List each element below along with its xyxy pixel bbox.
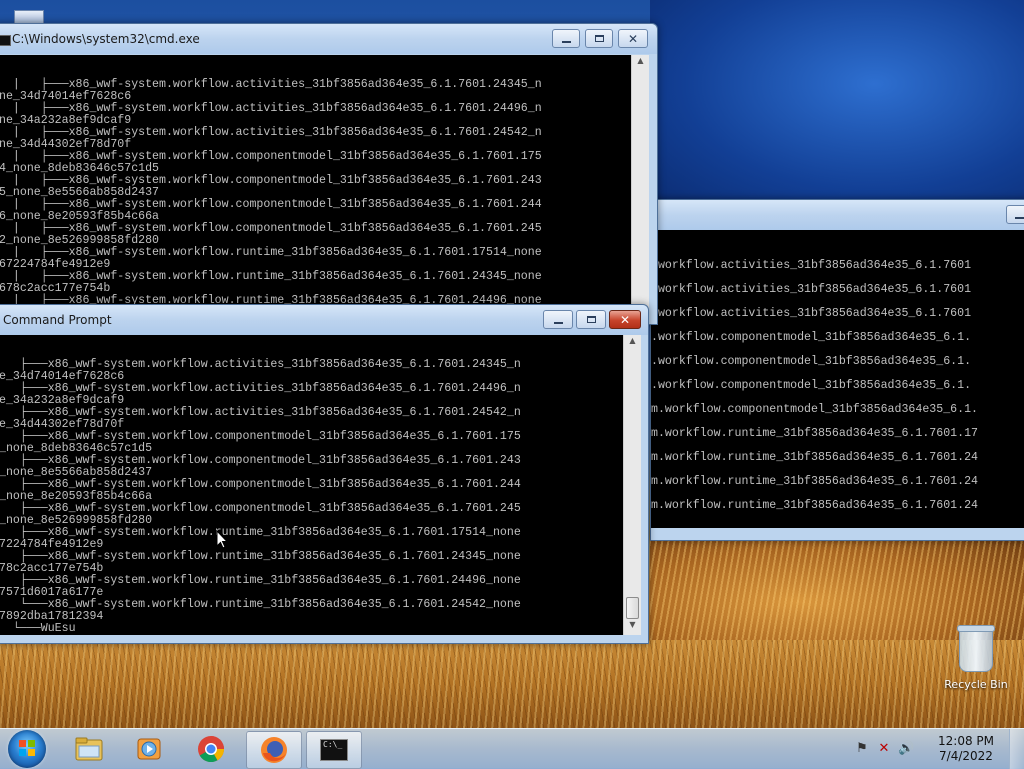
right-console-line: .workflow.activities_31bf3856ad364e35_6.… — [651, 283, 972, 296]
close-icon: ✕ — [627, 31, 639, 46]
minimize-icon — [553, 321, 563, 324]
taskbar-cmd-button[interactable]: C:\_ — [306, 731, 362, 769]
back-cmd-output[interactable]: | ├───x86_wwf-system.workflow.activities… — [0, 55, 631, 324]
desktop-wallpaper-sky-right — [650, 0, 1024, 210]
desktop-wallpaper-field — [0, 640, 1024, 728]
right-console-line: .workflow.componentmodel_31bf3856ad364e3… — [651, 331, 972, 344]
front-cmd-title: Command Prompt — [3, 313, 112, 327]
chrome-icon — [198, 736, 225, 763]
right-console-line: m.workflow.componentmodel_31bf3856ad364e… — [651, 403, 978, 416]
windows-logo-icon — [19, 740, 35, 756]
right-console-window[interactable]: .workflow.activities_31bf3856ad364e35_6.… — [650, 199, 1024, 541]
front-cmd-window[interactable]: Command Prompt ✕ ├───x86_wwf-system.work… — [0, 304, 649, 644]
front-cmd-close-button[interactable]: ✕ — [609, 310, 641, 329]
back-cmd-close-button[interactable]: ✕ — [618, 29, 648, 48]
front-cmd-line: 7892dba17812394 — [0, 610, 104, 623]
action-center-icon[interactable]: ⚑ — [854, 741, 870, 757]
recycle-bin-shortcut[interactable]: Recycle Bin — [940, 625, 1012, 691]
recycle-bin-label: Recycle Bin — [944, 678, 1008, 691]
clock-time: 12:08 PM — [938, 734, 994, 748]
right-console-line: m.workflow.runtime_31bf3856ad364e35_6.1.… — [651, 499, 978, 512]
front-cmd-minimize-button[interactable] — [543, 310, 573, 329]
right-console-titlebar[interactable] — [651, 200, 1024, 230]
taskbar-chrome-button[interactable] — [184, 731, 238, 767]
front-cmd-line: └───WuEsu — [0, 622, 76, 635]
front-cmd-titlebar[interactable]: Command Prompt ✕ — [0, 305, 648, 335]
right-console-line: .workflow.componentmodel_31bf3856ad364e3… — [651, 379, 972, 392]
cmd-icon: C:\_ — [320, 739, 348, 761]
cmd-icon-text: C:\_ — [323, 740, 343, 749]
maximize-icon — [586, 316, 596, 323]
right-console-line: m.workflow.runtime_31bf3856ad364e35_6.1.… — [651, 427, 978, 440]
back-cmd-maximize-button[interactable] — [585, 29, 613, 48]
volume-icon[interactable]: 🔊 — [898, 741, 914, 757]
back-cmd-title: C:\Windows\system32\cmd.exe — [12, 32, 200, 46]
back-cmd-scrollbar[interactable]: ▲ — [631, 55, 649, 324]
firefox-icon — [261, 737, 287, 763]
media-player-icon — [137, 738, 161, 760]
network-disconnected-icon[interactable]: ✕ — [876, 741, 892, 757]
back-cmd-window[interactable]: C:\Windows\system32\cmd.exe ✕ | ├───x86_… — [0, 23, 658, 325]
scroll-down-arrow-icon[interactable]: ▼ — [624, 620, 641, 634]
folder-icon — [75, 737, 103, 761]
front-cmd-scrollbar[interactable]: ▲ ▼ — [623, 335, 641, 635]
cmd-app-icon — [0, 35, 11, 46]
scroll-up-arrow-icon[interactable]: ▲ — [632, 56, 649, 70]
system-tray: ⚑ ✕ 🔊 12:08 PM 7/4/2022 — [854, 729, 1024, 769]
taskbar-explorer-button[interactable] — [62, 731, 116, 767]
right-console-line: m.workflow.runtime_31bf3856ad364e35_6.1.… — [651, 451, 978, 464]
taskbar-media-player-button[interactable] — [122, 731, 176, 767]
scroll-up-arrow-icon[interactable]: ▲ — [624, 336, 641, 350]
close-icon: ✕ — [619, 312, 631, 327]
mouse-cursor-icon — [216, 530, 228, 549]
right-console-output[interactable]: .workflow.activities_31bf3856ad364e35_6.… — [651, 230, 1024, 528]
taskbar: C:\_ ⚑ ✕ 🔊 12:08 PM 7/4/2022 — [0, 728, 1024, 769]
right-window-minimize-button[interactable] — [1006, 205, 1024, 224]
back-cmd-titlebar[interactable]: C:\Windows\system32\cmd.exe ✕ — [0, 24, 657, 54]
front-cmd-output[interactable]: ├───x86_wwf-system.workflow.activities_3… — [0, 335, 623, 635]
clock[interactable]: 12:08 PM 7/4/2022 — [938, 734, 994, 764]
right-console-line: .workflow.activities_31bf3856ad364e35_6.… — [651, 259, 972, 272]
right-console-line: .workflow.componentmodel_31bf3856ad364e3… — [651, 355, 972, 368]
start-button[interactable] — [8, 730, 46, 768]
minimize-icon — [561, 40, 571, 43]
scrollbar-thumb[interactable] — [626, 597, 639, 619]
recycle-bin-icon — [957, 625, 995, 672]
taskbar-firefox-button[interactable] — [246, 731, 302, 769]
front-cmd-maximize-button[interactable] — [576, 310, 606, 329]
back-cmd-minimize-button[interactable] — [552, 29, 580, 48]
right-console-line: .workflow.activities_31bf3856ad364e35_6.… — [651, 307, 972, 320]
clock-date: 7/4/2022 — [939, 749, 993, 763]
right-console-line: m.workflow.runtime_31bf3856ad364e35_6.1.… — [651, 475, 978, 488]
show-desktop-button[interactable] — [1009, 729, 1024, 769]
maximize-icon — [594, 35, 604, 42]
